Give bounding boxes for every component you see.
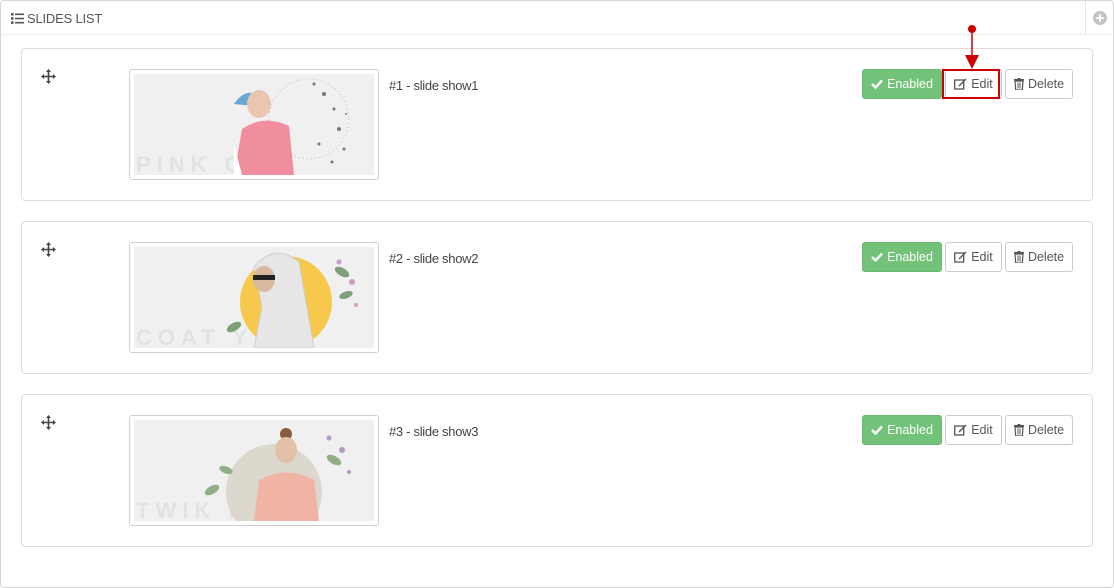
slide-actions: Enabled Edit Delete [862,242,1073,272]
check-icon [871,252,883,262]
delete-button[interactable]: Delete [1005,415,1073,445]
edit-icon [954,78,967,90]
delete-label: Delete [1027,250,1065,264]
panel-header: SLIDES LIST [1,1,1113,35]
slide-thumbnail: TWIK HE [129,415,379,526]
edit-button[interactable]: Edit [945,242,1002,272]
slide-actions: Enabled Edit Delete [862,415,1073,445]
panel-title-text: SLIDES LIST [27,11,103,26]
slide-title: #3 - slide show3 [389,424,479,439]
move-arrows-icon[interactable] [41,415,56,430]
edit-label: Edit [971,77,993,91]
enabled-label: Enabled [887,77,933,91]
slide-thumbnail: COAT Y [129,242,379,353]
slide-row-1: PINK C #1 - slide show1 Enabled Edit Del… [21,48,1093,201]
slide-row-2: COAT Y #2 - slide show2 Enabled Edit Del… [21,221,1093,374]
edit-button[interactable]: Edit [945,69,1002,99]
delete-label: Delete [1027,77,1065,91]
panel-title: SLIDES LIST [11,11,102,26]
plus-circle-icon[interactable] [1093,11,1107,25]
slide-image: TWIK HE [134,420,374,521]
edit-label: Edit [971,423,993,437]
list-icon [11,13,24,24]
trash-icon [1013,251,1024,263]
slide-thumbnail: PINK C [129,69,379,180]
thumb-text: PINK C [136,152,247,175]
check-icon [871,79,883,89]
enabled-label: Enabled [887,423,933,437]
edit-label: Edit [971,250,993,264]
delete-button[interactable]: Delete [1005,69,1073,99]
slide-artwork: TWIK HE [134,420,374,521]
enabled-button[interactable]: Enabled [862,242,942,272]
slide-image: COAT Y [134,247,374,348]
delete-button[interactable]: Delete [1005,242,1073,272]
enabled-button[interactable]: Enabled [862,415,942,445]
enabled-button[interactable]: Enabled [862,69,942,99]
trash-icon [1013,78,1024,90]
move-arrows-icon[interactable] [41,242,56,257]
move-arrows-icon[interactable] [41,69,56,84]
slide-title: #1 - slide show1 [389,78,479,93]
edit-button[interactable]: Edit [945,415,1002,445]
check-icon [871,425,883,435]
header-divider [1085,1,1086,34]
slide-actions: Enabled Edit Delete [862,69,1073,99]
edit-icon [954,251,967,263]
slide-artwork: PINK C [134,74,374,175]
trash-icon [1013,424,1024,436]
edit-icon [954,424,967,436]
slide-image: PINK C [134,74,374,175]
slide-artwork: COAT Y [134,247,374,348]
slide-row-3: TWIK HE #3 - slide show3 Enabled Edit De… [21,394,1093,547]
enabled-label: Enabled [887,250,933,264]
slide-title: #2 - slide show2 [389,251,479,266]
delete-label: Delete [1027,423,1065,437]
